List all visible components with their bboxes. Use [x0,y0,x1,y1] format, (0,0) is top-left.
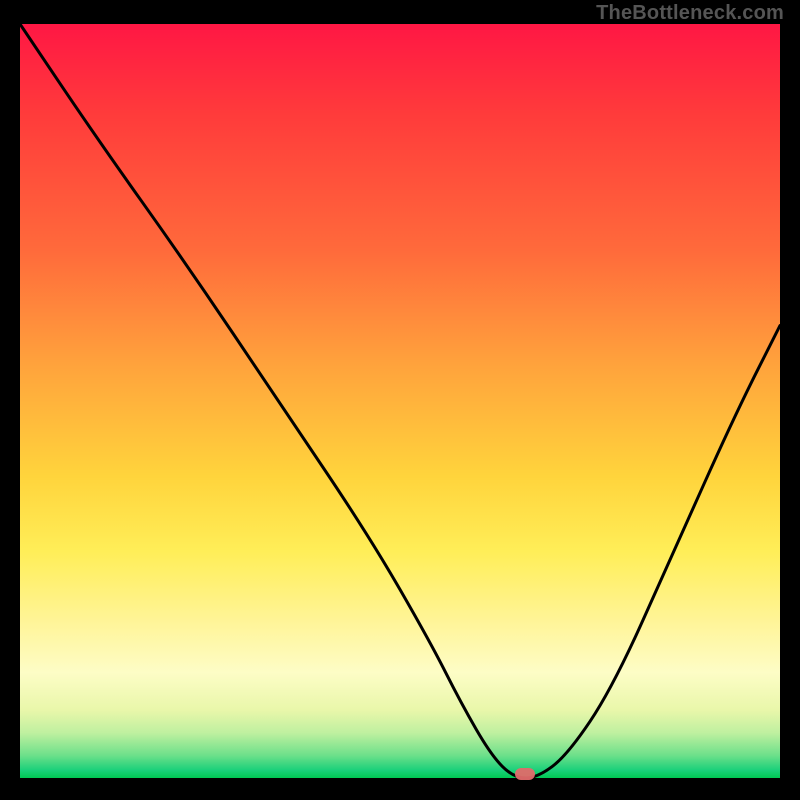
optimal-point-marker [515,768,535,780]
bottleneck-curve [20,24,780,778]
chart-container: TheBottleneck.com [0,0,800,800]
plot-area [20,24,780,778]
attribution-label: TheBottleneck.com [596,2,784,25]
